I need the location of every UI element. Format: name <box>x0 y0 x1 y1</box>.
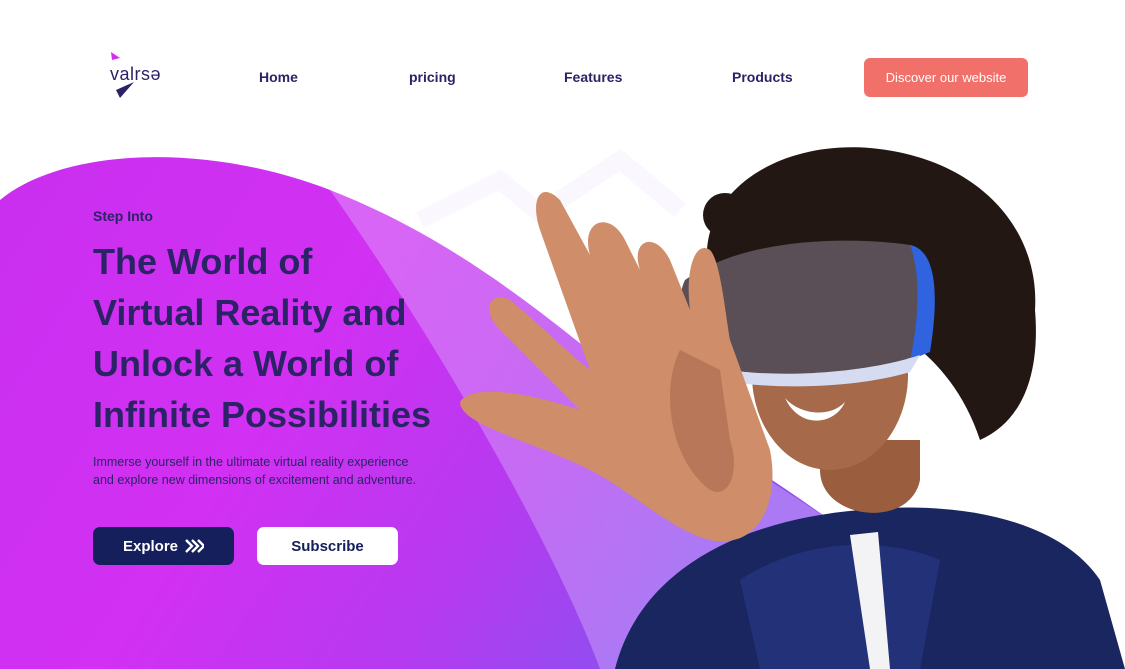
nav-link-pricing[interactable]: pricing <box>409 69 456 85</box>
headline-line: Virtual Reality and <box>93 292 407 333</box>
hero-eyebrow: Step Into <box>93 208 153 224</box>
explore-button[interactable]: Explore <box>93 527 234 565</box>
nav-link-features[interactable]: Features <box>564 69 622 85</box>
hero-description: Immerse yourself in the ultimate virtual… <box>93 455 417 487</box>
hero-headline: The World of Virtual Reality and Unlock … <box>93 236 473 440</box>
headline-line: Infinite Possibilities <box>93 394 432 435</box>
headline-line: Unlock a World of <box>93 343 399 384</box>
nav-link-products[interactable]: Products <box>732 69 793 85</box>
double-chevron-right-icon <box>185 539 205 553</box>
explore-label: Explore <box>122 537 179 555</box>
headline-line: The World of <box>93 241 313 282</box>
subscribe-button[interactable]: Subscribe <box>257 527 398 565</box>
nav-link-home[interactable]: Home <box>259 69 298 85</box>
vr-user-image <box>460 147 1125 669</box>
brand-logo[interactable]: valrsə <box>108 52 168 100</box>
discover-website-button[interactable]: Discover our website <box>864 58 1028 97</box>
brand-name: valrsə <box>110 64 162 84</box>
